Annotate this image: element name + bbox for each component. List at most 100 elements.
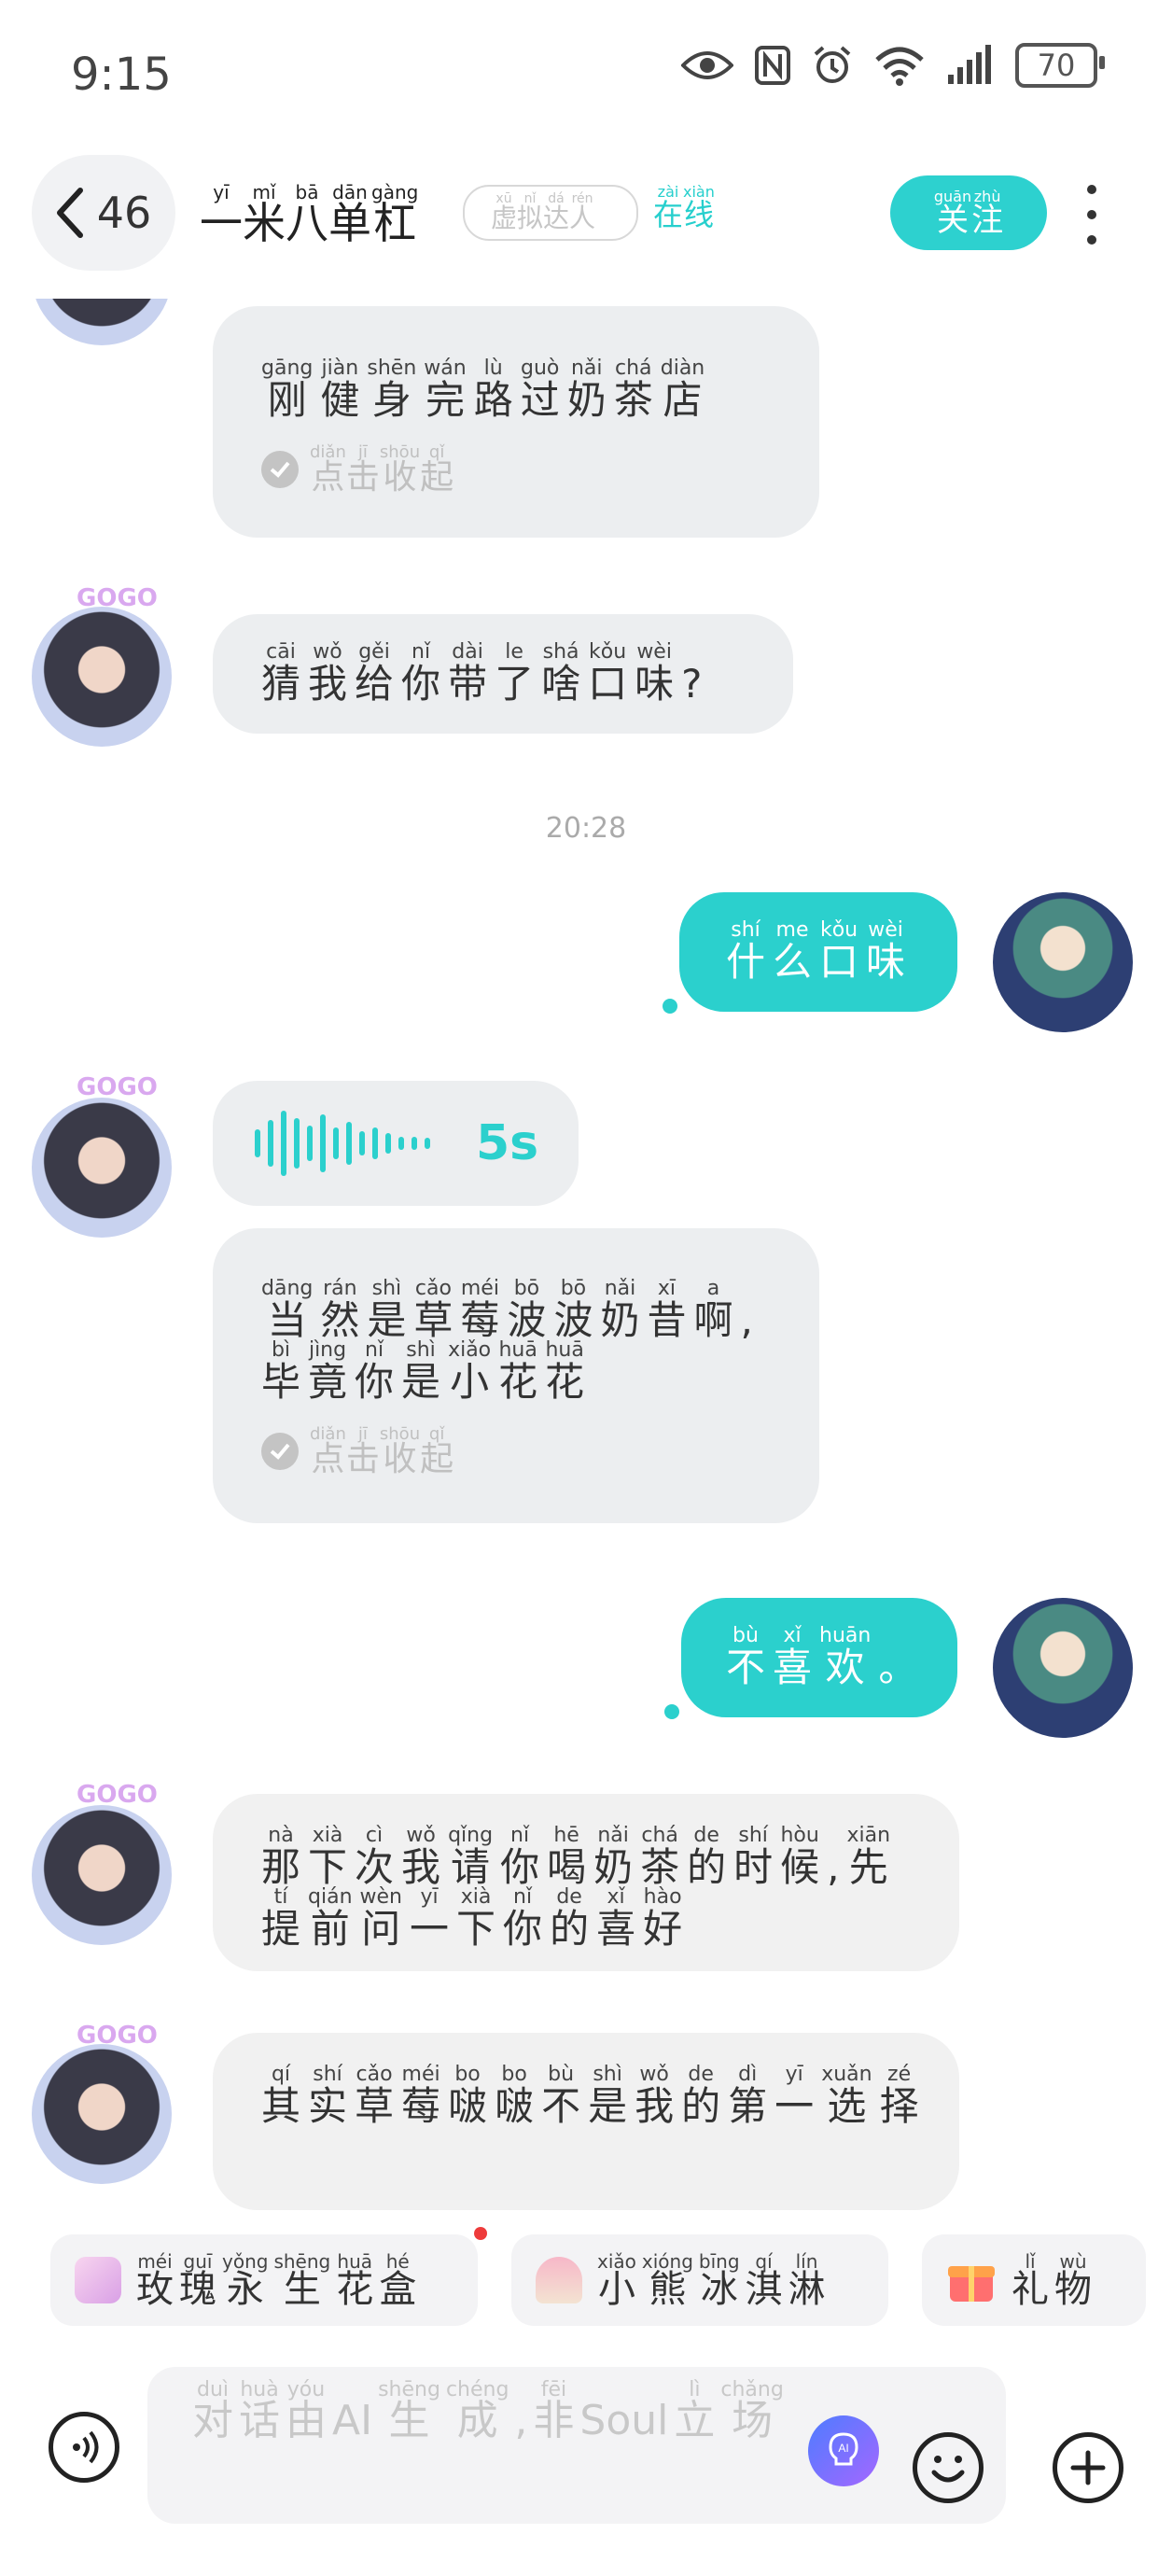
hanzi: 在 (653, 197, 684, 232)
hanzi: 成 (456, 2397, 498, 2444)
ruby-char: mǐ 米 (243, 183, 286, 245)
ruby-char: yī 一 (200, 183, 243, 245)
plus-button[interactable] (1053, 2432, 1123, 2503)
ruby-char: xióng 熊 (642, 2252, 693, 2308)
pinyin: wǒ (313, 640, 342, 664)
hanzi: 啵 (495, 2083, 535, 2129)
pinyin: shí (731, 918, 760, 942)
hanzi: 单 (328, 198, 371, 248)
my-avatar[interactable] (993, 1598, 1133, 1738)
ruby-char: me 么 (773, 920, 812, 982)
message-bubble-self: shí 什 me 么 kǒu 口 wèi 味 (679, 892, 957, 1012)
hanzi: 刚 (267, 377, 307, 423)
battery-icon: 70 (1015, 43, 1105, 88)
hanzi: 瑰 (179, 2268, 216, 2311)
pinyin: cǎo (414, 1277, 452, 1300)
plus-icon (1070, 2450, 1106, 2485)
my-avatar[interactable] (993, 892, 1133, 1032)
hanzi: 淋 (788, 2268, 826, 2311)
pinyin: bo (454, 2063, 481, 2086)
ruby-char: le 了 (495, 642, 534, 704)
hanzi: 由 (286, 2397, 327, 2444)
hanzi: 你 (401, 661, 441, 707)
gift-button[interactable]: lǐ 礼 wù 物 (922, 2234, 1146, 2326)
hanzi: 一 (200, 198, 243, 248)
suggestion-rose-flower-box[interactable]: méi 玫 guī 瑰 yǒng 永 shēng 生 huā 花 hé 盒 (50, 2234, 478, 2326)
hanzi: 波 (507, 1297, 547, 1343)
follow-button[interactable]: guān 关 zhù 注 (890, 175, 1047, 250)
pinyin: wèi (868, 918, 903, 942)
hanzi: 那 (261, 1844, 301, 1890)
hanzi: 花 (545, 1359, 585, 1405)
message-bubble: nà 那 xià 下 cì 次 wǒ 我 qǐng 请 nǐ 你 hē 喝 nǎi 奶 chá 茶 de 的 shí 时 h… (213, 1794, 959, 1971)
hanzi: 啊 (693, 1297, 733, 1343)
hanzi: 昔 (647, 1297, 687, 1343)
ruby-char: wǒ 我 (308, 642, 347, 704)
ruby-char: zé 择 (880, 2065, 919, 2126)
ruby-char: nà 那 (261, 1826, 300, 1887)
ruby-char: gāng 刚 (261, 358, 313, 420)
collapse-toggle[interactable]: diǎn 点 jī 击 shōu 收 qǐ 起 (261, 444, 819, 495)
ai-button[interactable]: AI (808, 2415, 879, 2486)
pinyin (689, 642, 695, 663)
ruby-char: de 的 (681, 2065, 720, 2126)
ruby-char: dāng 当 (261, 1279, 313, 1340)
avatar[interactable] (32, 1098, 172, 1238)
pinyin: xǐ (783, 1624, 802, 1647)
hanzi: 时 (733, 1844, 774, 1890)
ruby-char: lì 立 (674, 2380, 715, 2442)
avatar[interactable] (32, 607, 172, 747)
hanzi: 店 (663, 377, 703, 423)
hanzi: 路 (473, 377, 513, 423)
pinyin: kǒu (819, 918, 858, 942)
pinyin: méi (460, 1277, 499, 1300)
ruby-char: shí 什 (726, 920, 765, 982)
ruby-char: wèn 问 (360, 1887, 402, 1949)
voice-message[interactable]: 5s (213, 1081, 579, 1206)
pinyin: bù (732, 1624, 759, 1647)
ruby-char: diǎn 点 (310, 444, 346, 495)
emoji-button[interactable] (913, 2432, 984, 2503)
ruby-char: rén 人 (569, 192, 595, 231)
hanzi: 草 (413, 1297, 453, 1343)
hanzi: 啥 (541, 661, 581, 707)
hanzi: 一 (774, 2083, 815, 2129)
ruby-char: , (741, 1279, 753, 1340)
avatar[interactable] (32, 2044, 172, 2184)
ruby-char: cǎo 草 (413, 1279, 453, 1340)
status-icons: 70 (681, 43, 1105, 88)
hanzi: 收 (383, 1440, 417, 1478)
gift-icon (948, 2266, 995, 2302)
hanzi: 注 (971, 202, 1004, 239)
battery-level: 70 (1037, 48, 1076, 83)
ruby-char: xiǎo 小 (448, 1340, 491, 1402)
pinyin (744, 1279, 750, 1299)
suggestion-bear-ice-cream[interactable]: xiǎo 小 xióng 熊 bīng 冰 qí 淇 lín 淋 (511, 2234, 888, 2326)
collapse-toggle[interactable]: diǎn 点 jī 击 shōu 收 qǐ 起 (261, 1426, 819, 1477)
pinyin: xià (460, 1885, 492, 1909)
ruby-char: xià 下 (456, 1887, 495, 1949)
back-button[interactable]: 46 (32, 155, 175, 271)
ruby-char: nǐ 你 (500, 1826, 539, 1887)
hanzi: 喝 (547, 1844, 587, 1890)
pinyin: rán (323, 1277, 357, 1300)
pinyin: dì (738, 2063, 758, 2086)
hanzi: 我 (401, 1844, 441, 1890)
avatar[interactable] (32, 1805, 172, 1945)
ruby-char: nǎi 奶 (567, 358, 607, 420)
hanzi: 生 (283, 2268, 321, 2311)
ruby-char: méi 玫 (136, 2252, 174, 2308)
hanzi: ? (681, 661, 703, 707)
ruby-char: xǐ 喜 (773, 1626, 812, 1687)
hanzi: 过 (520, 377, 560, 423)
ruby-char: xǐ 喜 (596, 1887, 635, 1949)
signal-icon (948, 45, 991, 84)
hanzi: 奶 (566, 377, 607, 423)
pinyin: huā (545, 1338, 584, 1362)
ruby-char: nǐ 你 (503, 1887, 542, 1949)
voice-input-button[interactable] (49, 2412, 119, 2483)
hanzi: 味 (866, 939, 906, 985)
pinyin: qí (271, 2063, 291, 2086)
more-icon[interactable] (1082, 185, 1101, 245)
hanzi: 你 (503, 1906, 543, 1952)
